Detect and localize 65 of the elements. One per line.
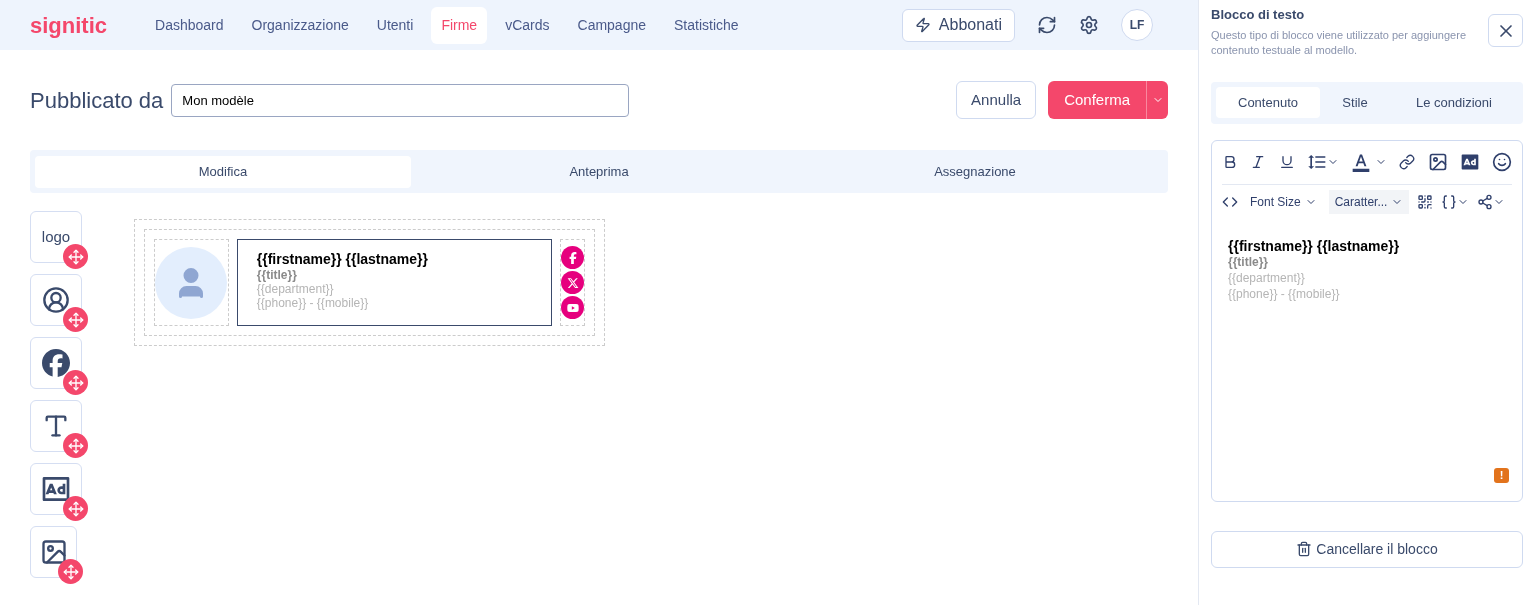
sync-icon[interactable] [1037,15,1057,35]
cancel-button[interactable]: Annulla [956,81,1037,119]
page-title: Pubblicato da [30,86,164,115]
font-family-select[interactable]: Caratter... [1328,189,1410,214]
nav-link[interactable]: vCards [495,6,560,44]
user-circle-icon [42,286,70,314]
link-icon[interactable] [1399,154,1416,170]
warning-badge: ! [1494,467,1509,483]
nav-link[interactable]: Campagne [567,6,656,44]
signature-line: {{phone}} - {{mobile}} [256,296,370,310]
x-icon [561,271,584,294]
bold-icon[interactable] [1222,154,1238,170]
nav-link[interactable]: Organizzazione [241,6,359,44]
share-icon[interactable] [1477,193,1506,210]
close-button[interactable] [1488,14,1523,47]
trash-icon [1296,541,1313,557]
name-input[interactable]: Mon modèle [171,83,630,117]
content-line: {{department}} [1228,269,1306,286]
tab[interactable]: Assegnazione [787,155,1163,188]
ad-icon[interactable] [1459,152,1480,172]
tab[interactable]: Contenuto [1216,87,1320,118]
lightning-icon [914,17,931,33]
underline-icon[interactable] [1278,154,1295,170]
nav-link[interactable]: Firme [431,6,488,44]
content-line: {{firstname}} {{lastname}} [1228,237,1401,254]
content-line: {{title}} [1228,254,1269,270]
tab[interactable]: Modifica [35,155,411,188]
play-icon [561,296,584,319]
braces-icon[interactable] [1441,193,1470,210]
panel-description: Questo tipo di blocco viene utilizzato per aggiungere contenuto testuale al modello. [1211,27,1467,58]
move-handle-icon[interactable] [63,433,88,458]
nav-link[interactable]: Dashboard [145,6,234,44]
text-editor[interactable]: Font Size Caratter... {{firstname}} {{lastname}} {{title}} {{department}} {{phone}} - {{mobile}} ! [1211,139,1523,502]
move-handle-icon[interactable] [58,559,83,584]
subscribe-button[interactable]: Abbonati [901,8,1015,42]
signature-line: {{firstname}} {{lastname}} [256,252,429,266]
emoji-icon[interactable] [1492,152,1512,172]
move-handle-icon[interactable] [63,307,88,332]
image-icon [39,538,68,566]
signature-line: {{title}} [256,268,298,282]
nav-link[interactable]: Statistiche [664,6,749,44]
facebook-icon [561,246,584,269]
panel-title: Blocco di testo [1211,6,1306,24]
social-cell[interactable] [560,239,585,326]
signature-line: {{department}} [256,282,335,296]
tab[interactable]: Anteprima [411,155,787,188]
image-icon[interactable] [1427,152,1448,172]
qr-code-icon[interactable] [1417,193,1434,210]
line-spacing-icon[interactable] [1306,152,1339,172]
text-color-icon[interactable] [1351,152,1387,172]
facebook-icon [42,349,70,377]
photo-cell[interactable] [154,239,229,326]
content-line: {{phone}} - {{mobile}} [1228,285,1341,302]
font-size-select[interactable]: Font Size [1246,192,1321,211]
user-avatar[interactable]: LF [1121,9,1153,41]
move-handle-icon[interactable] [63,244,88,269]
delete-block-button[interactable]: Cancellare il blocco [1211,530,1523,568]
tab[interactable]: Stile [1320,87,1390,118]
move-handle-icon[interactable] [63,370,88,395]
text-block[interactable]: {{firstname}} {{lastname}} {{title}} {{department}} {{phone}} - {{mobile}} [236,239,552,326]
nav-link[interactable]: Utenti [366,6,424,44]
logo-label: logo [41,226,71,247]
tab[interactable]: Le condizioni [1390,87,1518,118]
move-handle-icon[interactable] [63,496,88,521]
settings-icon[interactable] [1079,15,1099,35]
